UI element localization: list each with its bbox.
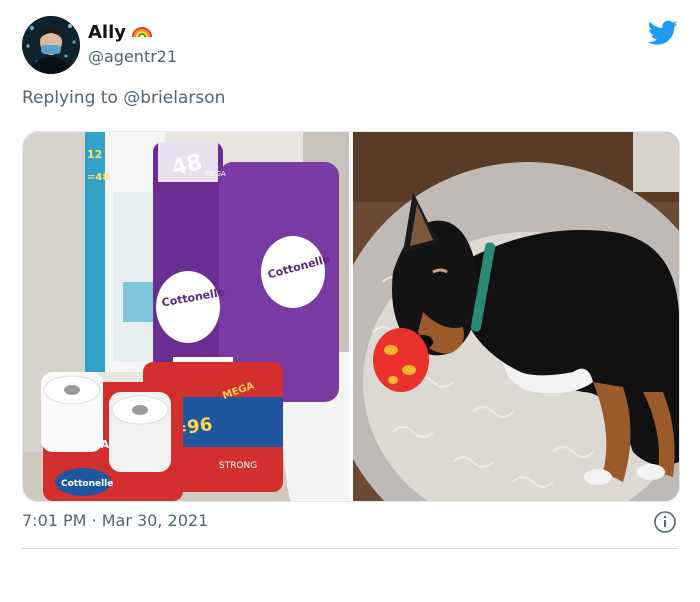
reply-prefix: Replying to: [22, 88, 124, 108]
photo-dog-in-bed[interactable]: [353, 132, 679, 501]
author-name-text[interactable]: Ally: [88, 22, 126, 43]
tweet-card: Ally @agentr21 Replying to @brielarson 1…: [0, 0, 700, 602]
media-gallery: 12 =48 48 MEGA Cottonelle Cottonelle =96…: [22, 131, 680, 502]
author-name[interactable]: Ally: [88, 22, 153, 43]
divider: [22, 548, 678, 549]
avatar[interactable]: [22, 16, 80, 74]
tweet-timestamp[interactable]: 7:01 PM · Mar 30, 2021: [22, 511, 208, 530]
rainbow-emoji-icon: [132, 23, 153, 42]
strong-label: STRONG: [219, 461, 257, 471]
mega-tag: MEGA: [205, 170, 226, 178]
photo-toilet-paper[interactable]: 12 =48 48 MEGA Cottonelle Cottonelle =96…: [23, 132, 349, 501]
reply-mention-link[interactable]: @brielarson: [123, 88, 225, 108]
pack-count-top: 12: [87, 148, 102, 161]
info-icon[interactable]: [653, 510, 677, 534]
reply-context: Replying to @brielarson: [22, 88, 225, 108]
pack-count-mid: =48: [87, 172, 109, 183]
author-handle[interactable]: @agentr21: [88, 47, 177, 66]
brand-label-3: Cottonelle: [61, 479, 113, 489]
twitter-bird-icon[interactable]: [647, 20, 678, 46]
